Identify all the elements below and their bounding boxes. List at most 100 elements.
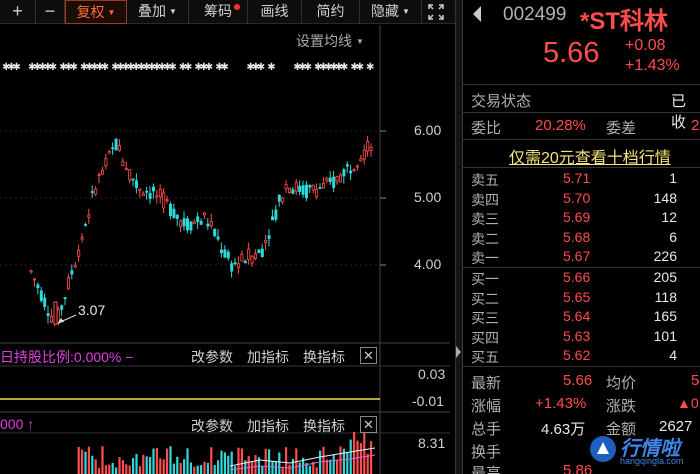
event-marker-icon[interactable]: ✱ <box>12 62 20 73</box>
volume-bar <box>115 467 118 474</box>
candlestick <box>274 204 278 223</box>
order-volume: 226 <box>653 248 677 264</box>
event-marker-icon[interactable]: ✱ <box>356 62 364 73</box>
candlestick <box>101 166 105 175</box>
chips-button[interactable]: 筹码 <box>189 0 248 24</box>
volume-bar <box>142 454 145 474</box>
panel2-edit-params-button[interactable]: 改参数 <box>191 347 233 367</box>
ten-level-promo-link[interactable]: 仅需20元查看十档行情 <box>509 144 671 168</box>
event-marker-icon[interactable]: ✱ <box>304 62 312 73</box>
order-book-row[interactable]: 买二 5.65 118 <box>463 289 700 308</box>
event-marker-icon[interactable]: ✱ <box>49 62 57 73</box>
candlestick <box>366 136 370 157</box>
volume-bar <box>370 441 373 474</box>
prev-stock-icon[interactable] <box>473 6 481 22</box>
order-price: 5.65 <box>563 288 591 305</box>
order-price: 5.69 <box>563 209 591 225</box>
event-marker-icon[interactable]: ✱ <box>168 62 176 73</box>
event-marker-icon[interactable]: ✱ <box>220 62 228 73</box>
panel-splitter[interactable] <box>455 0 462 474</box>
candlestick <box>121 157 125 167</box>
order-level-label: 买一 <box>471 271 499 287</box>
draw-line-button[interactable]: 画线 <box>248 0 302 24</box>
event-marker-icon[interactable]: ✱ <box>267 62 275 73</box>
volume-bar <box>274 461 277 474</box>
candlestick <box>97 172 101 184</box>
order-volume: 118 <box>654 288 677 305</box>
volume-bar <box>94 459 97 474</box>
order-volume: 12 <box>661 209 677 225</box>
candlestick <box>270 209 274 221</box>
close-icon[interactable]: ✕ <box>360 416 377 433</box>
event-marker-icon[interactable]: ✱ <box>101 62 109 73</box>
volume-bar <box>152 448 155 474</box>
candlestick <box>301 180 305 198</box>
volume-bar <box>336 459 339 474</box>
candlestick <box>162 188 166 214</box>
volume-bar <box>213 465 216 474</box>
candlestick <box>325 176 329 184</box>
volume-bar <box>189 462 192 474</box>
order-price: 5.62 <box>563 347 591 363</box>
event-marker-icon[interactable]: ✱ <box>205 62 213 73</box>
panel2-switch-indicator-button[interactable]: 换指标 <box>303 347 345 367</box>
latest-value: 5.66 <box>563 372 593 389</box>
order-book-row[interactable]: 卖二 5.68 6 <box>463 229 700 248</box>
order-book-row[interactable]: 买四 5.63 101 <box>463 328 700 347</box>
hide-button[interactable]: 隐藏 ▼ <box>360 0 422 24</box>
price-change: +0.08 <box>625 37 666 54</box>
volume-bar <box>108 464 111 474</box>
order-book-row[interactable]: 卖三 5.69 12 <box>463 209 700 228</box>
price-change-pct: +1.43% <box>625 57 680 74</box>
simple-mode-button[interactable]: 简约 <box>302 0 360 24</box>
close-icon[interactable]: ✕ <box>360 347 377 364</box>
candlestick <box>84 222 88 227</box>
candlestick <box>315 183 319 200</box>
event-marker-icon[interactable]: ✱ <box>366 62 374 73</box>
candlestick <box>253 249 257 261</box>
zoom-in-button[interactable]: + <box>0 0 36 24</box>
overlay-button[interactable]: 叠加 ▼ <box>127 0 189 24</box>
order-book-row[interactable]: 买三 5.64 165 <box>463 308 700 327</box>
candlestick <box>128 168 132 184</box>
stock-name: *ST科林 <box>580 8 669 35</box>
order-price: 5.70 <box>563 189 591 206</box>
panel3-edit-params-button[interactable]: 改参数 <box>191 416 233 436</box>
volume-bar <box>346 451 349 474</box>
order-price: 5.67 <box>563 248 591 264</box>
panel3-switch-indicator-button[interactable]: 换指标 <box>303 416 345 436</box>
panel3-add-indicator-button[interactable]: 加指标 <box>247 416 289 436</box>
order-book-row[interactable]: 卖五 5.71 1 <box>463 170 700 189</box>
chart-area[interactable]: ✱ ✱ ✱ ✱ ✱ ✱ ✱ ✱ ✱ ✱ ✱ ✱ ✱ ✱ ✱ ✱ ✱ ✱ ✱ ✱ ✱ ✱ ✱ ✱ ✱ ✱ ✱ ✱ ✱ ✱ ✱ ✱ ✱ ✱ ✱ ✱ ✱ ✱ ✱ ✱… <box>0 25 450 474</box>
volume-bar <box>359 443 362 474</box>
logo-icon <box>590 436 616 462</box>
candlestick <box>196 212 200 229</box>
fullscreen-button[interactable] <box>422 0 450 24</box>
event-marker-icon[interactable]: ✱ <box>184 62 192 73</box>
candlestick <box>202 212 206 220</box>
zoom-out-button[interactable]: − <box>36 0 65 24</box>
collapse-arrow-icon[interactable] <box>456 346 461 358</box>
order-book-row[interactable]: 卖一 5.67 226 <box>463 248 700 267</box>
event-marker-icon[interactable]: ✱ <box>257 62 265 73</box>
volume-bar <box>98 467 101 474</box>
volume-bar <box>128 465 131 474</box>
order-book-row[interactable]: 买五 5.62 4 <box>463 347 700 366</box>
candlestick <box>277 194 281 207</box>
order-book-row[interactable]: 卖四 5.70 148 <box>463 190 700 209</box>
weicha-value: 2 <box>691 117 700 134</box>
adjust-button[interactable]: 复权 ▼ <box>65 0 127 24</box>
stock-code: 002499 <box>503 4 567 25</box>
order-book-row[interactable]: 买一 5.66 205 <box>463 269 700 288</box>
ma-setting-button[interactable]: 设置均线 ▼ <box>296 31 364 51</box>
panel2-add-indicator-button[interactable]: 加指标 <box>247 347 289 367</box>
volume-bar <box>237 447 240 474</box>
event-marker-icon[interactable]: ✱ <box>340 62 348 73</box>
kline-chart[interactable]: ✱✱✱ ✱✱✱✱✱ ✱✱✱ ✱✱✱✱✱ ✱✱✱✱✱✱✱✱✱✱✱✱ ✱✱ ✱✱✱ ✱✱ ✱✱✱ ✱ ✱… <box>0 25 450 474</box>
volume-bar <box>332 455 335 474</box>
event-marker-icon[interactable]: ✱ <box>70 62 78 73</box>
candlestick <box>219 242 223 258</box>
high-label: 最高 <box>471 465 502 474</box>
volume-bar <box>230 451 233 474</box>
candlestick <box>50 308 54 324</box>
